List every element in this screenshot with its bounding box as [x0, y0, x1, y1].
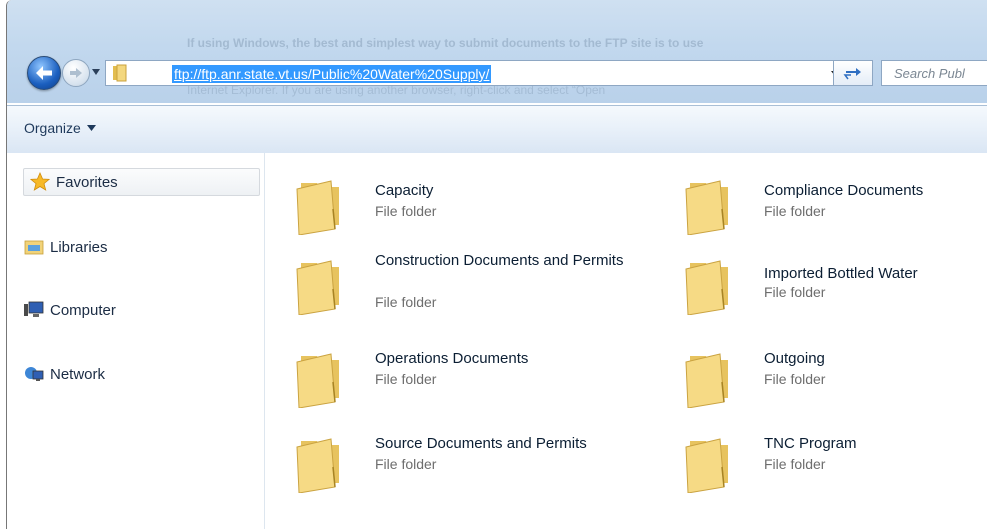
folder-item[interactable]: Capacity File folder: [265, 165, 645, 235]
arrow-right-icon: [70, 68, 82, 78]
folder-name: Capacity: [375, 182, 434, 199]
organize-button[interactable]: Organize: [24, 120, 96, 136]
folder-type: File folder: [375, 294, 437, 310]
chevron-down-icon: [86, 125, 96, 131]
back-button[interactable]: [27, 56, 61, 90]
folder-item[interactable]: Construction Documents and Permits File …: [265, 245, 645, 325]
nav-item-label: Computer: [50, 301, 116, 319]
folder-item[interactable]: Outgoing File folder: [654, 338, 987, 408]
nav-item-label: Libraries: [50, 238, 108, 256]
folder-type: File folder: [764, 284, 826, 300]
network-icon: [25, 367, 44, 381]
organize-label: Organize: [24, 120, 81, 136]
folder-item[interactable]: Source Documents and Permits File folder: [265, 423, 645, 493]
folder-icon: [296, 438, 339, 493]
nav-item-label: Network: [50, 365, 106, 383]
computer-icon: [24, 301, 44, 317]
folder-name: TNC Program: [764, 435, 857, 452]
file-list: Capacity File folder Compliance Document…: [265, 153, 987, 529]
folder-icon: [296, 180, 339, 235]
nav-item-favorites[interactable]: Favorites: [23, 168, 260, 196]
forward-button[interactable]: [62, 59, 90, 87]
folder-type: File folder: [764, 203, 826, 219]
folder-name: Source Documents and Permits: [375, 435, 587, 452]
folder-icon: [685, 438, 728, 493]
folder-type: File folder: [375, 371, 437, 387]
folder-type: File folder: [375, 456, 437, 472]
folder-item[interactable]: TNC Program File folder: [654, 423, 987, 493]
explorer-window: If using Windows, the best and simplest …: [6, 0, 987, 529]
folder-name: Compliance Documents: [764, 182, 924, 199]
address-bar[interactable]: ftp://ftp.anr.state.vt.us/Public%20Water…: [105, 60, 850, 86]
refresh-icon: [843, 68, 861, 80]
folder-icon: [296, 353, 339, 408]
folder-icon: [110, 64, 128, 87]
folder-name: Outgoing: [764, 350, 825, 367]
folder-icon: [296, 260, 339, 315]
nav-item-label: Favorites: [56, 173, 118, 191]
folder-icon: [685, 260, 728, 315]
star-icon: [30, 172, 50, 191]
recent-pages-button[interactable]: [90, 66, 102, 78]
folder-item[interactable]: Compliance Documents File folder: [654, 165, 987, 235]
folder-name: Construction Documents and Permits: [375, 252, 624, 269]
folder-type: File folder: [764, 456, 826, 472]
arrow-left-icon: [36, 66, 52, 80]
background-text-line1: If using Windows, the best and simplest …: [187, 36, 704, 50]
folder-name: Operations Documents: [375, 350, 529, 367]
nav-item-network[interactable]: Network: [24, 360, 105, 388]
refresh-button[interactable]: [833, 60, 873, 86]
folder-icon: [685, 353, 728, 408]
nav-item-computer[interactable]: Computer: [24, 296, 116, 324]
folder-type: File folder: [764, 371, 826, 387]
folder-item[interactable]: Operations Documents File folder: [265, 338, 645, 408]
folder-type: File folder: [375, 203, 437, 219]
libraries-icon: [24, 240, 44, 255]
chevron-down-icon: [92, 69, 100, 75]
search-box[interactable]: Search Publ: [881, 60, 987, 86]
nav-item-libraries[interactable]: Libraries: [24, 233, 108, 261]
command-bar: Organize: [7, 105, 987, 154]
address-url[interactable]: ftp://ftp.anr.state.vt.us/Public%20Water…: [172, 65, 492, 83]
navigation-pane: Favorites Libraries Computer Network: [7, 153, 265, 529]
folder-icon: [685, 180, 728, 235]
folder-item[interactable]: Imported Bottled Water File folder: [654, 245, 987, 315]
search-placeholder: Search Publ: [894, 66, 965, 81]
title-frame: If using Windows, the best and simplest …: [7, 0, 987, 103]
folder-name: Imported Bottled Water: [764, 265, 918, 282]
